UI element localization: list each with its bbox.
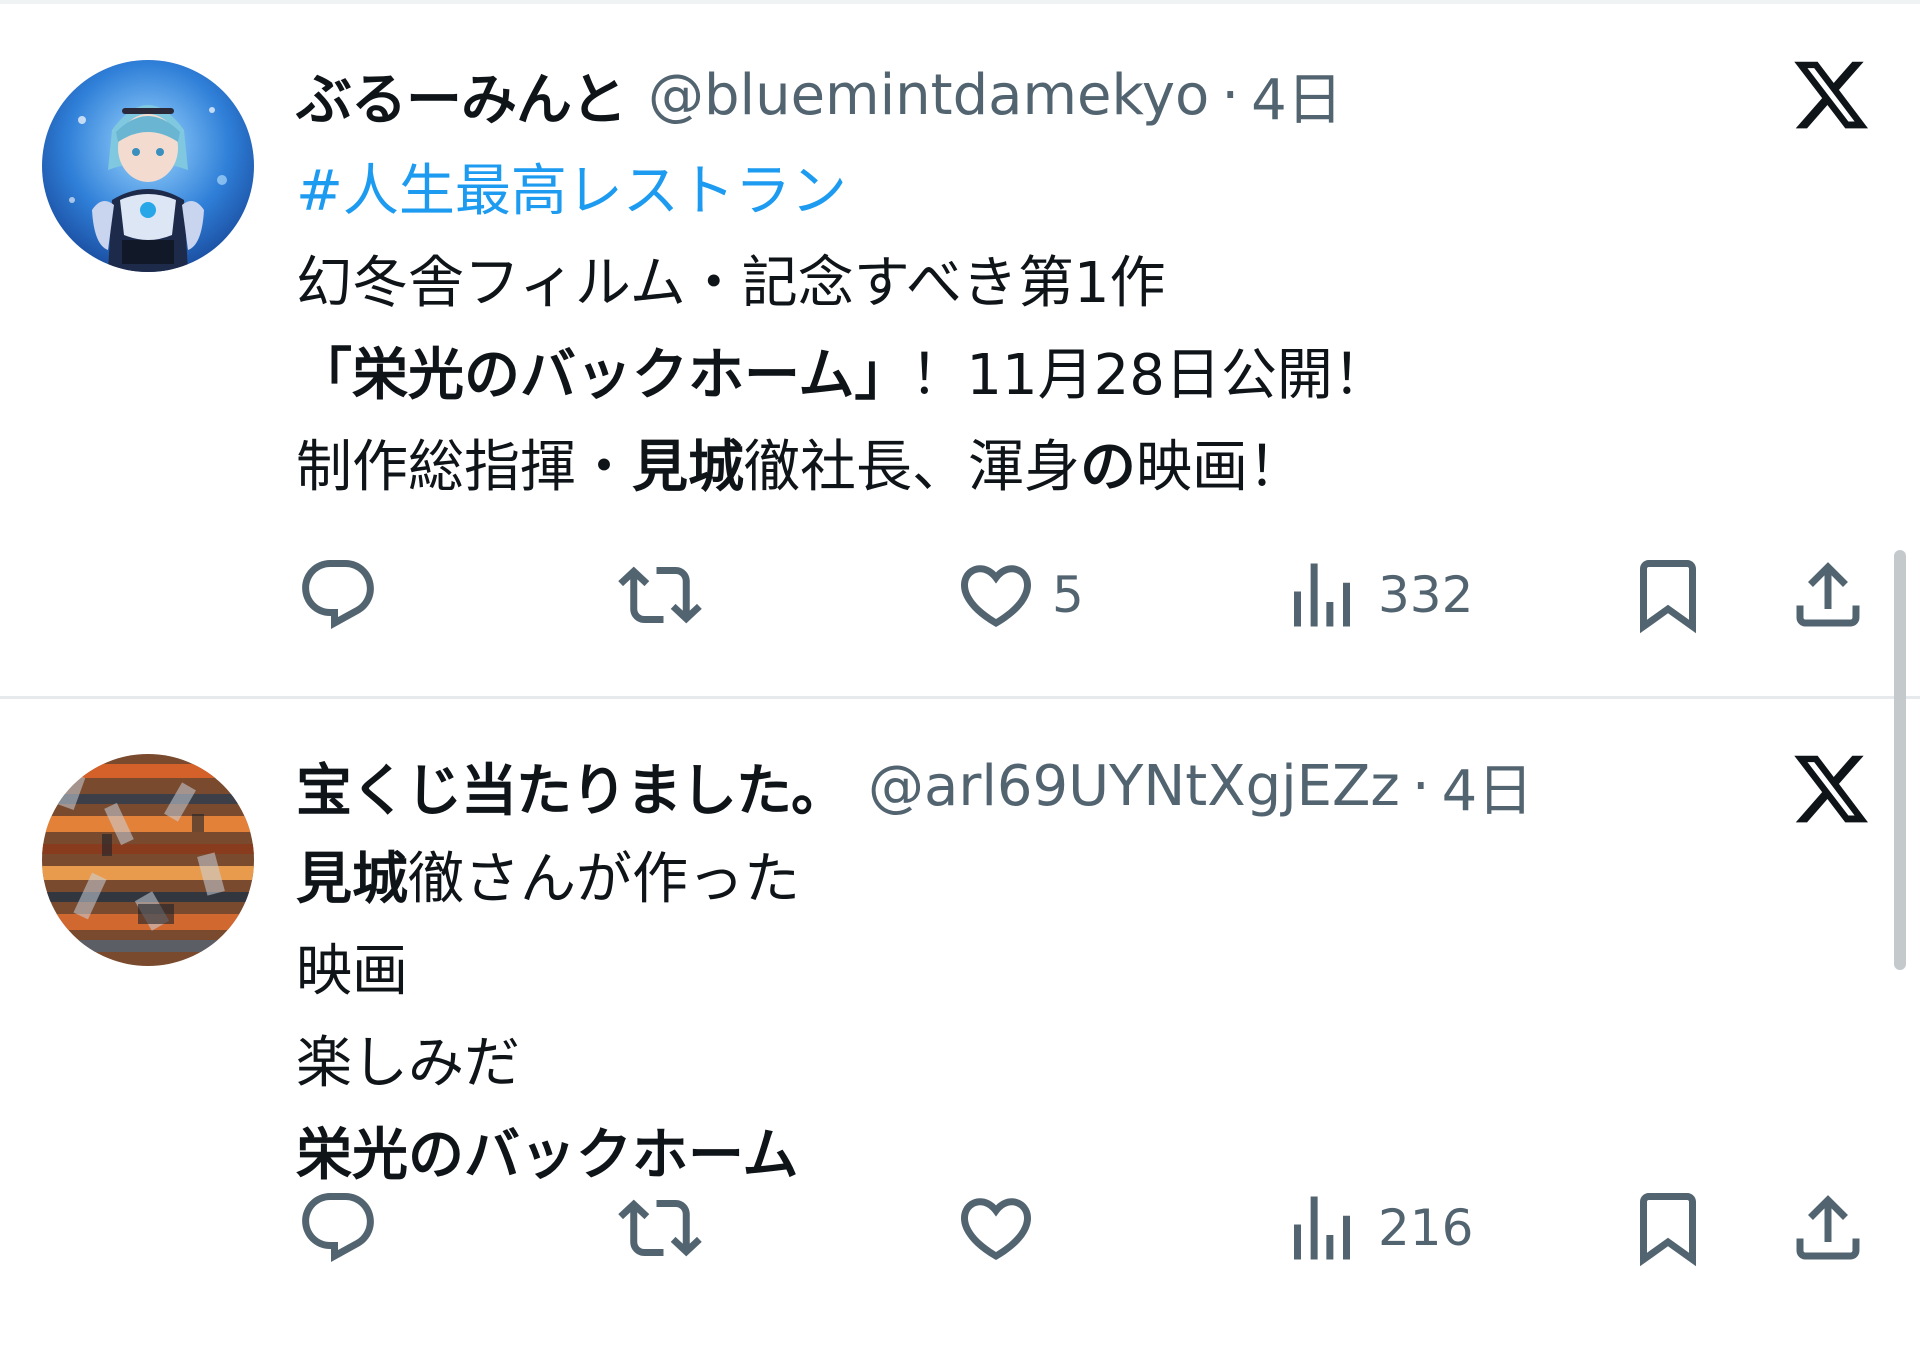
handle[interactable]: @arl69UYNtXgjEZz bbox=[868, 754, 1400, 819]
tweet-1[interactable]: ぶるーみんと @bluemintdamekyo · 4日 #人生最高レストラン … bbox=[0, 0, 1920, 698]
text-segment: 制作総指揮・ bbox=[296, 435, 632, 500]
text-segment-bold: 見城 bbox=[296, 847, 408, 912]
avatar[interactable] bbox=[42, 754, 254, 966]
scrollbar-thumb[interactable] bbox=[1894, 550, 1906, 970]
hashtag-link[interactable]: #人生最高レストラン bbox=[296, 159, 847, 224]
text-segment: 楽しみだ bbox=[296, 1031, 520, 1096]
anime-character-avatar-image bbox=[42, 60, 254, 272]
tweet-line: 制作総指揮・見城徹社長、渾身の映画！ bbox=[296, 422, 1389, 514]
bookmark-icon bbox=[1640, 560, 1696, 634]
views-chart-icon bbox=[1294, 563, 1350, 627]
tweet-line: 見城徹さんが作った bbox=[296, 834, 800, 926]
share-icon bbox=[1796, 1195, 1860, 1260]
retweet-button[interactable] bbox=[618, 1178, 716, 1278]
tweet-text: #人生最高レストラン 幻冬舎フィルム・記念すべき第1作 「栄光のバックホーム」！… bbox=[296, 146, 1389, 514]
text-segment-bold: 見城 bbox=[632, 435, 744, 500]
reply-icon bbox=[302, 1193, 374, 1262]
display-name[interactable]: ぶるーみんと bbox=[296, 55, 627, 136]
separator-dot: · bbox=[1411, 753, 1430, 819]
text-segment-bold: 「栄光のバックホーム」 bbox=[296, 343, 911, 408]
views-count: 332 bbox=[1378, 566, 1474, 624]
tweet-actions: 216 bbox=[296, 1178, 1872, 1278]
tweet-line: 映画 bbox=[296, 926, 800, 1018]
tweet-line: 楽しみだ bbox=[296, 1018, 800, 1110]
retweet-icon bbox=[618, 566, 702, 624]
retweet-icon bbox=[618, 1199, 702, 1257]
tweet-line: 幻冬舎フィルム・記念すべき第1作 bbox=[296, 238, 1389, 330]
like-count: 5 bbox=[1052, 566, 1084, 624]
text-segment: 幻冬舎フィルム・記念すべき第1作 bbox=[296, 251, 1166, 316]
abstract-pattern-avatar-image bbox=[42, 754, 254, 966]
tweet-header: ぶるーみんと @bluemintdamekyo · 4日 bbox=[296, 55, 1343, 135]
tweet-line: 「栄光のバックホーム」！11月28日公開！ bbox=[296, 330, 1389, 422]
views-button[interactable]: 332 bbox=[1280, 545, 1473, 645]
like-button[interactable] bbox=[954, 1178, 1052, 1278]
x-logo-icon[interactable] bbox=[1790, 748, 1872, 830]
views-count: 216 bbox=[1378, 1199, 1474, 1257]
handle[interactable]: @bluemintdamekyo bbox=[648, 63, 1209, 128]
views-button[interactable]: 216 bbox=[1280, 1178, 1473, 1278]
x-logo-icon[interactable] bbox=[1790, 54, 1872, 136]
reply-icon bbox=[302, 560, 374, 629]
tweet-header: 宝くじ当たりました。 @arl69UYNtXgjEZz · 4日 bbox=[296, 746, 1533, 826]
bookmark-button[interactable] bbox=[1626, 1178, 1710, 1278]
bookmark-button[interactable] bbox=[1626, 545, 1710, 645]
text-segment: 映画 bbox=[296, 939, 408, 1004]
like-button[interactable]: 5 bbox=[954, 545, 1084, 645]
share-button[interactable] bbox=[1786, 545, 1870, 645]
text-segment-bold: の bbox=[1080, 435, 1136, 500]
avatar[interactable] bbox=[42, 60, 254, 272]
share-button[interactable] bbox=[1786, 1178, 1870, 1278]
tweet-text: 見城徹さんが作った 映画 楽しみだ 栄光のバックホーム bbox=[296, 834, 800, 1202]
bookmark-icon bbox=[1640, 1193, 1696, 1267]
text-segment: 徹社長、渾身 bbox=[744, 435, 1080, 500]
text-segment: 徹さんが作った bbox=[408, 847, 800, 912]
text-segment: ！11月28日公開！ bbox=[910, 343, 1389, 408]
display-name[interactable]: 宝くじ当たりました。 bbox=[296, 746, 847, 827]
tweet-2[interactable]: 宝くじ当たりました。 @arl69UYNtXgjEZz · 4日 見城徹さんが作… bbox=[0, 698, 1920, 1350]
timestamp[interactable]: 4日 bbox=[1442, 746, 1534, 827]
views-chart-icon bbox=[1294, 1196, 1350, 1260]
separator-dot: · bbox=[1221, 62, 1240, 128]
heart-icon bbox=[960, 565, 1032, 628]
retweet-button[interactable] bbox=[618, 545, 716, 645]
text-segment: 映画！ bbox=[1136, 435, 1304, 500]
reply-button[interactable] bbox=[296, 1178, 394, 1278]
share-icon bbox=[1796, 562, 1860, 627]
tweet-line: #人生最高レストラン bbox=[296, 146, 1389, 238]
timestamp[interactable]: 4日 bbox=[1251, 55, 1343, 136]
reply-button[interactable] bbox=[296, 545, 394, 645]
tweet-actions: 5 332 bbox=[296, 545, 1872, 645]
heart-icon bbox=[960, 1198, 1032, 1261]
